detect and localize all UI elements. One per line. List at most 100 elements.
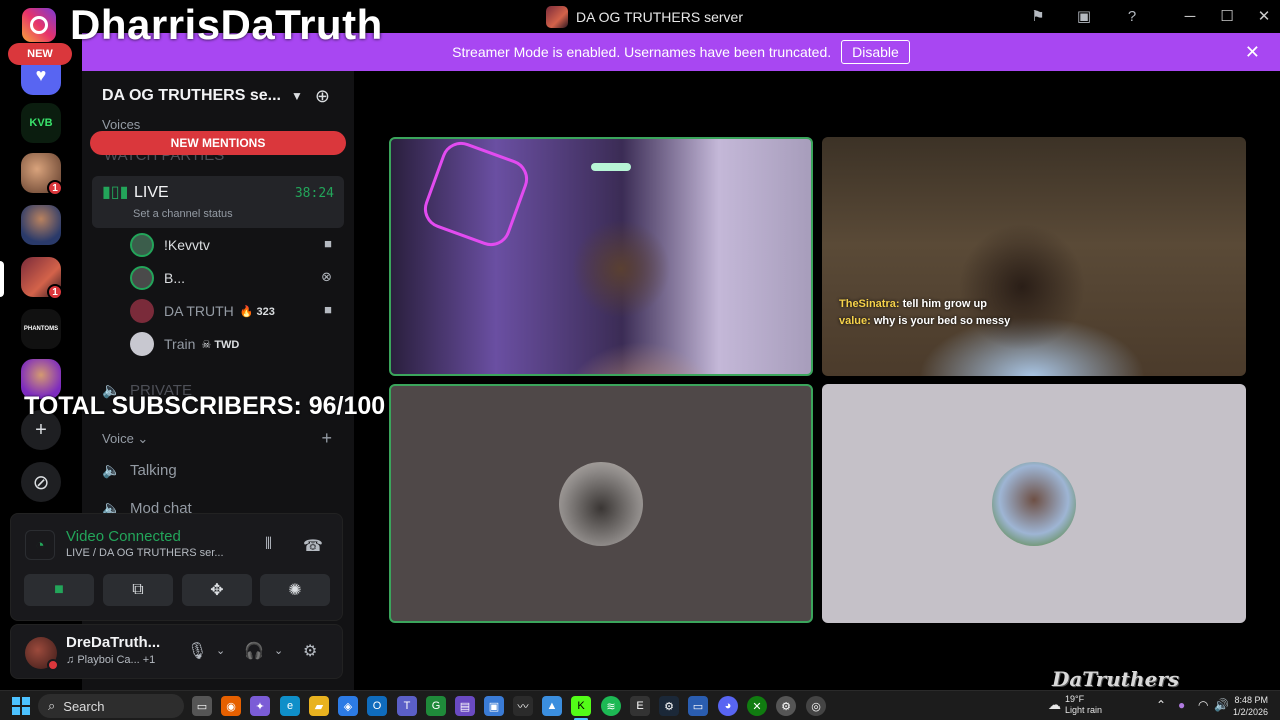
- voice-connection-panel: ◔ Video Connected LIVE / DA OG TRUTHERS …: [10, 513, 343, 621]
- video-tile-4[interactable]: [822, 384, 1246, 623]
- create-channel-icon[interactable]: +: [321, 428, 332, 449]
- server-avatar[interactable]: [21, 205, 61, 245]
- twd-tag: TWD: [214, 338, 240, 351]
- speaker-icon: 🔈: [102, 462, 121, 479]
- taskbar-search[interactable]: ⌕ Search: [38, 694, 184, 718]
- server-group[interactable]: 1: [21, 153, 63, 196]
- set-channel-status[interactable]: Set a channel status: [133, 208, 233, 220]
- channel-live[interactable]: ▮▯▮ LIVE 38:24 Set a channel status: [92, 176, 344, 228]
- search-icon: ⌕: [48, 698, 56, 713]
- banner-text: Streamer Mode is enabled. Usernames have…: [452, 44, 832, 60]
- kvb-logo: KVB: [21, 103, 61, 143]
- app-icon[interactable]: ▣: [484, 696, 504, 716]
- video-tile-2[interactable]: TheSinatra: tell him grow up value: why …: [822, 137, 1246, 376]
- server-truthers[interactable]: 1: [21, 257, 63, 300]
- fire-count: 323: [256, 305, 275, 318]
- xbox-icon[interactable]: ✕: [747, 696, 767, 716]
- disconnect-icon[interactable]: ☎: [303, 536, 323, 556]
- clock-time: 8:48 PM: [1234, 695, 1268, 705]
- voice-status-title[interactable]: Video Connected: [66, 528, 181, 545]
- firefox-icon[interactable]: ◉: [221, 696, 241, 716]
- server-phantoms[interactable]: PHANTOMS: [21, 309, 61, 349]
- edge-icon[interactable]: e: [280, 696, 300, 716]
- category-voices[interactable]: Voices: [102, 117, 140, 132]
- inbox-icon[interactable]: ▣: [1074, 6, 1094, 26]
- channel-talking[interactable]: 🔈 Talking: [102, 458, 177, 482]
- xbox-icon: ⊗: [321, 269, 332, 284]
- windows-taskbar: ⌕ Search ▭ ◉ ✦ e ▰ ◈ O T G ▤ ▣ 〰 ▲ K ≋ E…: [0, 690, 1280, 720]
- category-voice[interactable]: Voice ⌄: [102, 431, 148, 447]
- teams-icon[interactable]: T: [397, 696, 417, 716]
- server-kvb[interactable]: KVB: [21, 103, 61, 143]
- microphone-icon[interactable]: 🎙: [187, 641, 207, 661]
- voice-user-name: Train: [164, 336, 196, 352]
- photos-icon[interactable]: ▲: [542, 696, 562, 716]
- voice-user-kevvtv[interactable]: !Kevvtv ■: [130, 231, 340, 259]
- window-title-group: DA OG TRUTHERS server: [546, 6, 743, 28]
- screen-share-button[interactable]: ⧉: [103, 574, 173, 606]
- maximize-button[interactable]: ☐: [1215, 5, 1239, 27]
- chat-overlay-line: TheSinatra: tell him grow up: [839, 298, 987, 310]
- voice-user-b[interactable]: B... ⊗: [130, 264, 340, 292]
- screen-share-icon: ⧉: [132, 581, 144, 598]
- epic-games-icon[interactable]: E: [630, 696, 650, 716]
- chevron-down-icon: ▼: [290, 89, 303, 103]
- task-view-icon[interactable]: ▭: [192, 696, 212, 716]
- datruthers-watermark: DaTruthers: [1052, 667, 1180, 691]
- new-mentions-button[interactable]: NEW MENTIONS: [90, 131, 346, 155]
- voice-user-da-truth[interactable]: DA TRUTH 🔥 323 ■: [130, 297, 340, 325]
- file-explorer-icon[interactable]: ▰: [309, 696, 329, 716]
- spotify-icon[interactable]: ≋: [601, 696, 621, 716]
- close-icon[interactable]: ✕: [1245, 42, 1260, 63]
- settings-icon[interactable]: ⚙: [776, 696, 796, 716]
- avatar: [992, 461, 1076, 546]
- inbox-flag-icon[interactable]: ⚑: [1028, 6, 1048, 26]
- noise-suppression-icon[interactable]: ⦀: [265, 536, 272, 554]
- channel-name: Talking: [130, 461, 177, 479]
- app-icon[interactable]: 〰: [513, 696, 533, 716]
- disable-streamer-mode-button[interactable]: Disable: [841, 40, 910, 64]
- connection-signal-icon[interactable]: ◔: [25, 530, 55, 560]
- avatar: [130, 332, 154, 356]
- store-icon[interactable]: ◈: [338, 696, 358, 716]
- chevron-down-icon[interactable]: ⌄: [216, 644, 225, 657]
- explore-servers-button[interactable]: ⊘: [21, 462, 61, 502]
- xbox-app-icon[interactable]: G: [426, 696, 446, 716]
- soundboard-button[interactable]: ✺: [260, 574, 330, 606]
- avatar[interactable]: [25, 637, 59, 671]
- minimize-button[interactable]: ─: [1178, 5, 1202, 27]
- chevron-down-icon[interactable]: ⌄: [274, 644, 283, 657]
- kick-icon[interactable]: K: [571, 696, 591, 716]
- camera-button[interactable]: ■: [24, 574, 94, 606]
- username[interactable]: DreDaTruth...: [66, 634, 160, 651]
- app-icon[interactable]: ▭: [688, 696, 708, 716]
- discord-icon[interactable]: ◕: [718, 696, 738, 716]
- windows-start-icon[interactable]: [12, 697, 30, 715]
- video-tile-1[interactable]: [389, 137, 813, 376]
- volume-icon[interactable]: 🔊: [1214, 698, 1229, 712]
- chevron-up-icon[interactable]: ⌃: [1156, 698, 1166, 712]
- app-icon[interactable]: ▤: [455, 696, 475, 716]
- server-header[interactable]: DA OG TRUTHERS se... ▼: [82, 71, 354, 121]
- instagram-icon: [22, 8, 56, 42]
- voice-status-channel[interactable]: LIVE / DA OG TRUTHERS ser...: [66, 547, 224, 559]
- tray-app-icon[interactable]: ●: [1178, 698, 1185, 712]
- system-clock[interactable]: 8:48 PM 1/2/2026: [1232, 694, 1268, 718]
- invite-people-icon[interactable]: ⊕: [315, 86, 330, 107]
- app-icon[interactable]: ◎: [806, 696, 826, 716]
- close-window-button[interactable]: ✕: [1252, 5, 1276, 27]
- copilot-icon[interactable]: ✦: [250, 696, 270, 716]
- voice-user-train[interactable]: Train ☠ TWD: [130, 330, 340, 358]
- headphones-icon[interactable]: 🎧: [244, 641, 264, 661]
- outlook-icon[interactable]: O: [367, 696, 387, 716]
- user-panel: DreDaTruth... ♫ Playboi Ca... +1 🎙 ⌄ 🎧 ⌄…: [10, 624, 343, 679]
- help-icon[interactable]: ?: [1122, 6, 1142, 26]
- settings-gear-icon[interactable]: ⚙: [303, 641, 317, 661]
- search-label: Search: [63, 698, 105, 714]
- steam-icon[interactable]: ⚙: [659, 696, 679, 716]
- weather-widget[interactable]: ☁ 19°F Light rain: [1048, 694, 1102, 716]
- activities-button[interactable]: ✥: [182, 574, 252, 606]
- channel-live-name: LIVE: [134, 184, 169, 201]
- video-tile-3[interactable]: [389, 384, 813, 623]
- wifi-icon[interactable]: ◠: [1198, 698, 1208, 712]
